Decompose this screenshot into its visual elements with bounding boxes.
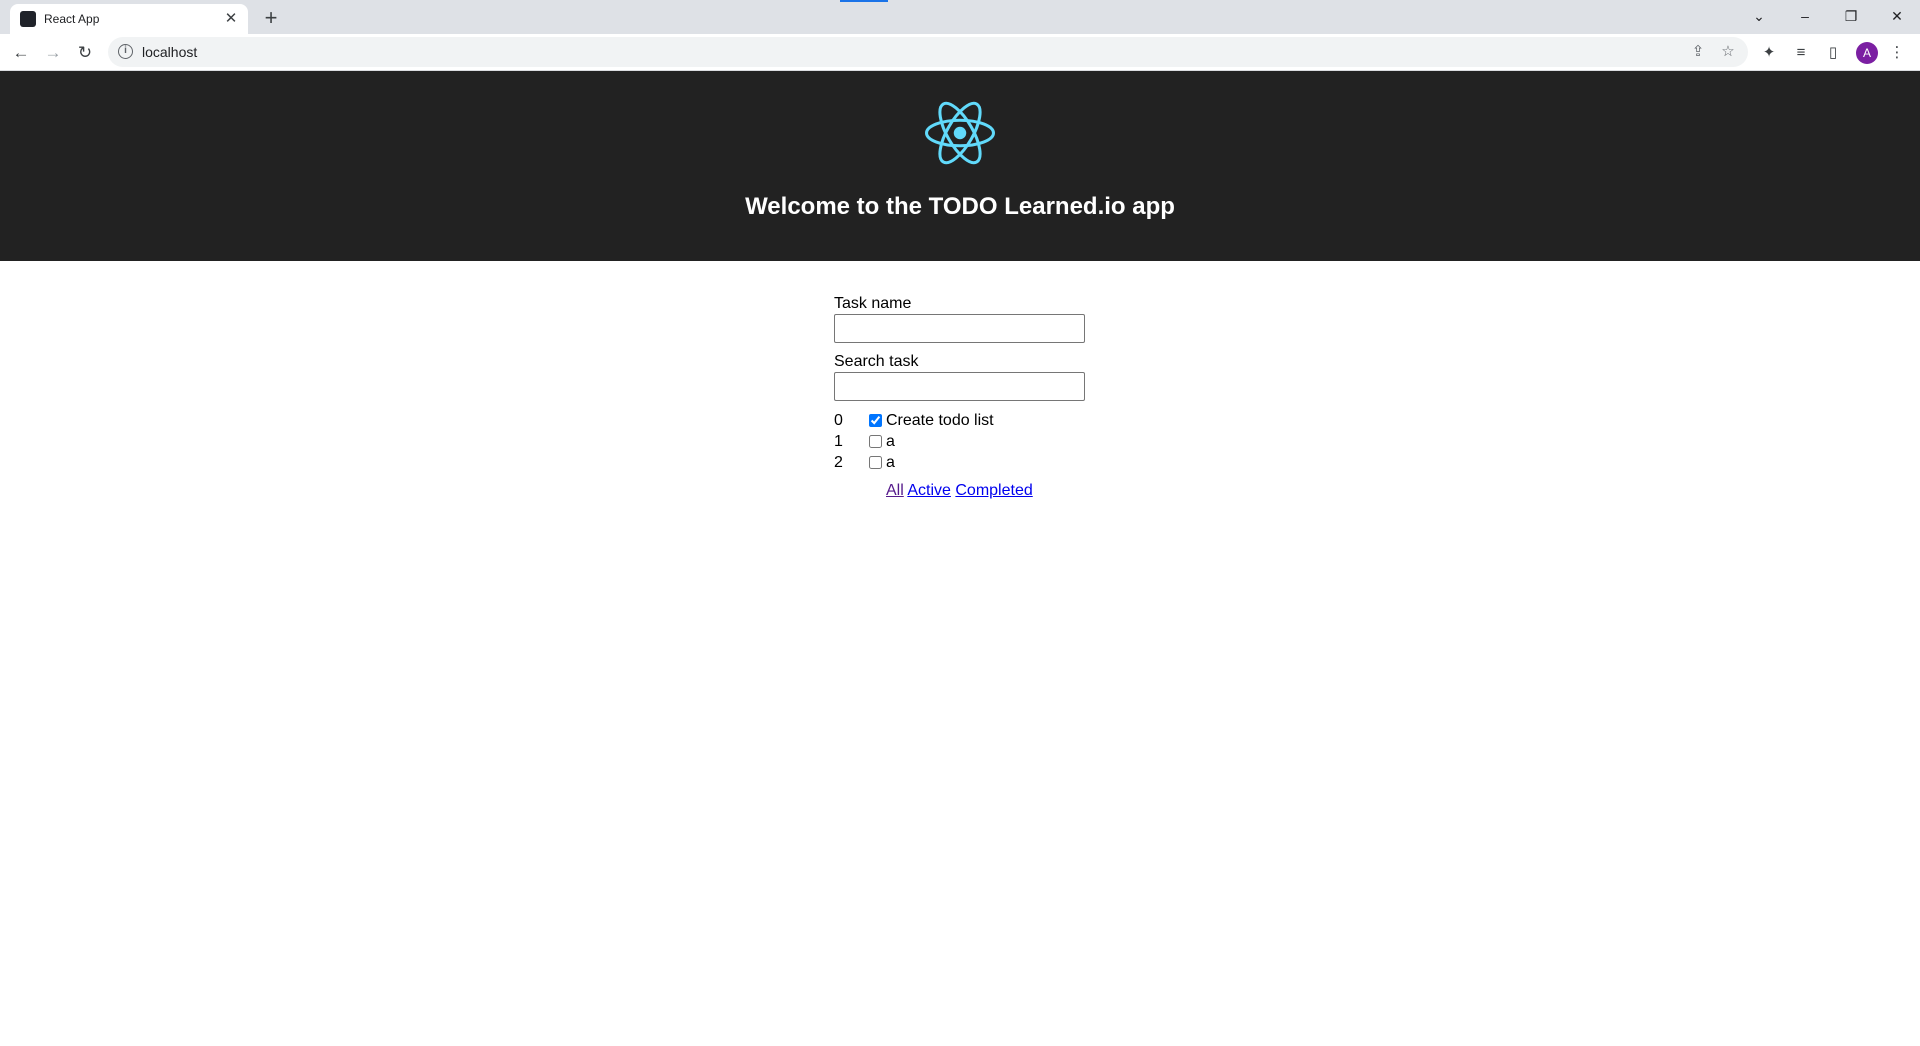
side-panel-icon[interactable]: ▯ — [1822, 42, 1844, 64]
task-name: a — [886, 454, 895, 471]
task-name: a — [886, 433, 895, 450]
minimize-button[interactable]: – — [1782, 2, 1828, 30]
restore-button[interactable]: ❐ — [1828, 2, 1874, 30]
react-favicon-icon — [20, 11, 36, 27]
tab-title: React App — [44, 12, 100, 26]
filter-active-link[interactable]: Active — [907, 482, 951, 499]
search-task-input[interactable] — [834, 372, 1085, 401]
address-bar[interactable]: i localhost ⇪ ☆ — [108, 37, 1748, 67]
browser-toolbar: ← → ↻ i localhost ⇪ ☆ ✦ ≡ ▯ A ⋮ — [0, 34, 1920, 71]
tab-close-icon[interactable]: ✕ — [222, 10, 240, 28]
app-title: Welcome to the TODO Learned.io app — [745, 193, 1175, 220]
search-task-label: Search task — [834, 353, 919, 370]
menu-kebab-icon[interactable]: ⋮ — [1886, 42, 1908, 64]
share-icon[interactable]: ⇪ — [1688, 42, 1708, 62]
task-checkbox[interactable] — [869, 414, 882, 427]
task-row: 0 Create todo list — [834, 410, 1094, 431]
task-row: 1 a — [834, 431, 1094, 452]
task-index: 0 — [834, 412, 843, 429]
browser-tabstrip: React App ✕ + ⌄ – ❐ ✕ — [0, 0, 1920, 34]
task-list: 0 Create todo list 1 a 2 a — [834, 410, 1094, 473]
task-checkbox[interactable] — [869, 435, 882, 448]
task-name: Create todo list — [886, 412, 994, 429]
filter-all-link[interactable]: All — [886, 482, 904, 499]
window-close-button[interactable]: ✕ — [1874, 2, 1920, 30]
task-index: 1 — [834, 433, 843, 450]
task-checkbox[interactable] — [869, 456, 882, 469]
react-logo-icon — [925, 101, 995, 165]
back-button[interactable]: ← — [7, 39, 35, 67]
task-name-label: Task name — [834, 295, 912, 312]
site-info-icon[interactable]: i — [118, 44, 133, 59]
forward-button[interactable]: → — [39, 39, 67, 67]
reading-list-icon[interactable]: ≡ — [1790, 42, 1812, 64]
tab-drag-indicator — [840, 0, 888, 2]
task-name-input[interactable] — [834, 314, 1085, 343]
reload-button[interactable]: ↻ — [71, 39, 99, 67]
address-url[interactable]: localhost — [142, 44, 197, 60]
browser-tab[interactable]: React App ✕ — [10, 4, 248, 34]
filter-completed-link[interactable]: Completed — [955, 482, 1032, 499]
tab-search-icon[interactable]: ⌄ — [1736, 2, 1782, 30]
app-header: Welcome to the TODO Learned.io app — [0, 71, 1920, 261]
new-tab-button[interactable]: + — [258, 5, 284, 31]
todo-main: Task name Search task 0 Create todo list… — [834, 294, 1094, 499]
profile-avatar[interactable]: A — [1856, 42, 1878, 64]
extensions-icon[interactable]: ✦ — [1758, 42, 1780, 64]
task-row: 2 a — [834, 452, 1094, 473]
bookmark-star-icon[interactable]: ☆ — [1718, 42, 1738, 62]
task-index: 2 — [834, 454, 843, 471]
task-filters: All Active Completed — [886, 482, 1033, 500]
